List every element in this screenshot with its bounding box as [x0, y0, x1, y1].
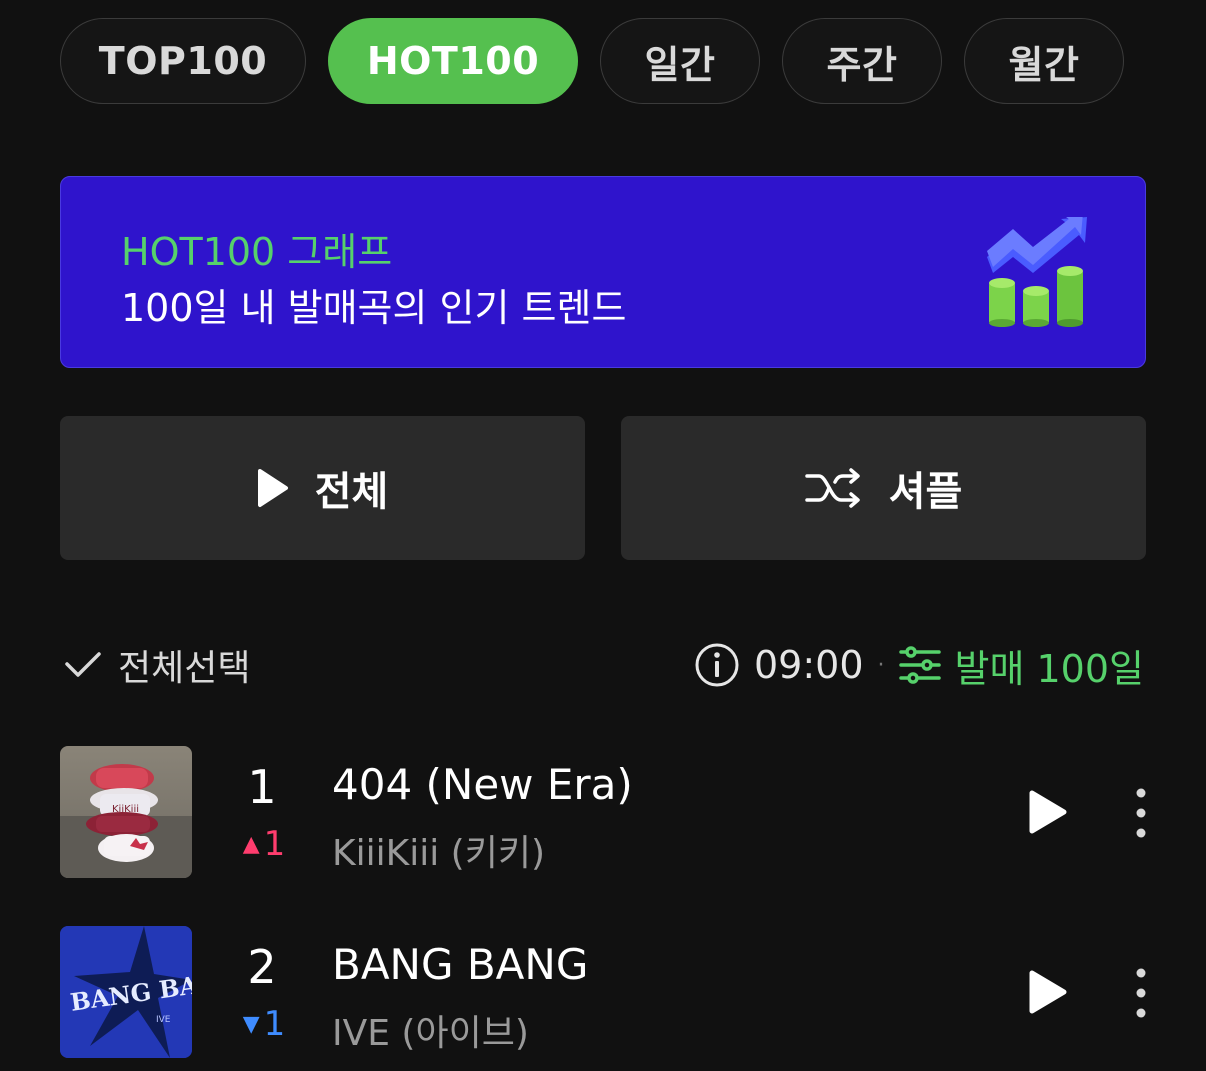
- play-all-button[interactable]: 전체: [60, 416, 585, 560]
- play-icon[interactable]: [1026, 968, 1070, 1016]
- info-icon[interactable]: [694, 642, 740, 688]
- rank-change: ▲ 1: [234, 824, 294, 864]
- play-all-label: 전체: [314, 469, 389, 515]
- shuffle-label: 셔플: [888, 469, 963, 515]
- rank-number: 1: [247, 760, 277, 814]
- rank-number: 2: [247, 940, 277, 994]
- song-title[interactable]: BANG BANG: [332, 940, 588, 989]
- svg-text:KiiKiii: KiiKiii: [112, 804, 139, 815]
- separator-dot: ·: [877, 652, 885, 678]
- chart-row[interactable]: KiiKiii 1 ▲ 1 404 (New Era) KiiiKiii (키키…: [60, 746, 1150, 878]
- checkmark-icon: [64, 650, 102, 680]
- rank-change-value: 1: [263, 1004, 286, 1044]
- svg-text:IVE: IVE: [156, 1015, 171, 1025]
- rank-change: ▼ 1: [234, 1004, 294, 1044]
- tab-monthly[interactable]: 월간: [964, 18, 1124, 104]
- album-cover[interactable]: KiiKiii: [60, 746, 192, 878]
- shuffle-icon: [804, 468, 863, 508]
- filter-sliders-icon: [898, 646, 941, 684]
- chart-toolbar: 09:00 · 발매 100일: [694, 638, 1144, 692]
- artist-name[interactable]: IVE (아이브): [332, 1004, 529, 1056]
- play-icon: [257, 468, 289, 508]
- artist-name[interactable]: KiiiKiii (키키): [332, 824, 545, 876]
- hot100-graph-banner[interactable]: HOT100 그래프 100일 내 발매곡의 인기 트렌드: [60, 176, 1146, 368]
- release-filter-label: 발매 100일: [954, 646, 1145, 691]
- rank-up-icon: ▲: [242, 831, 260, 857]
- update-time: 09:00: [753, 643, 864, 687]
- more-options-icon[interactable]: [1126, 966, 1156, 1020]
- album-cover[interactable]: BANG BANG IVE: [60, 926, 192, 1058]
- trending-bar-chart-icon: [987, 217, 1087, 327]
- more-options-icon[interactable]: [1126, 786, 1156, 840]
- select-all-toggle[interactable]: 전체선택: [64, 640, 250, 690]
- shuffle-button[interactable]: 셔플: [621, 416, 1146, 560]
- chart-row[interactable]: BANG BANG IVE 2 ▼ 1 BANG BANG IVE (아이브): [60, 926, 1150, 1058]
- play-icon[interactable]: [1026, 788, 1070, 836]
- release-filter-button[interactable]: 발매 100일: [898, 638, 1145, 693]
- tab-top100[interactable]: TOP100: [60, 18, 306, 104]
- tab-daily[interactable]: 일간: [600, 18, 760, 104]
- rank-down-icon: ▼: [242, 1011, 260, 1037]
- banner-subtitle: 100일 내 발매곡의 인기 트렌드: [121, 286, 627, 330]
- rank-change-value: 1: [263, 824, 286, 864]
- tab-weekly[interactable]: 주간: [782, 18, 942, 104]
- song-title[interactable]: 404 (New Era): [332, 760, 633, 809]
- select-all-label: 전체선택: [118, 648, 251, 689]
- banner-title: HOT100 그래프: [121, 230, 393, 274]
- tab-hot100[interactable]: HOT100: [328, 18, 578, 104]
